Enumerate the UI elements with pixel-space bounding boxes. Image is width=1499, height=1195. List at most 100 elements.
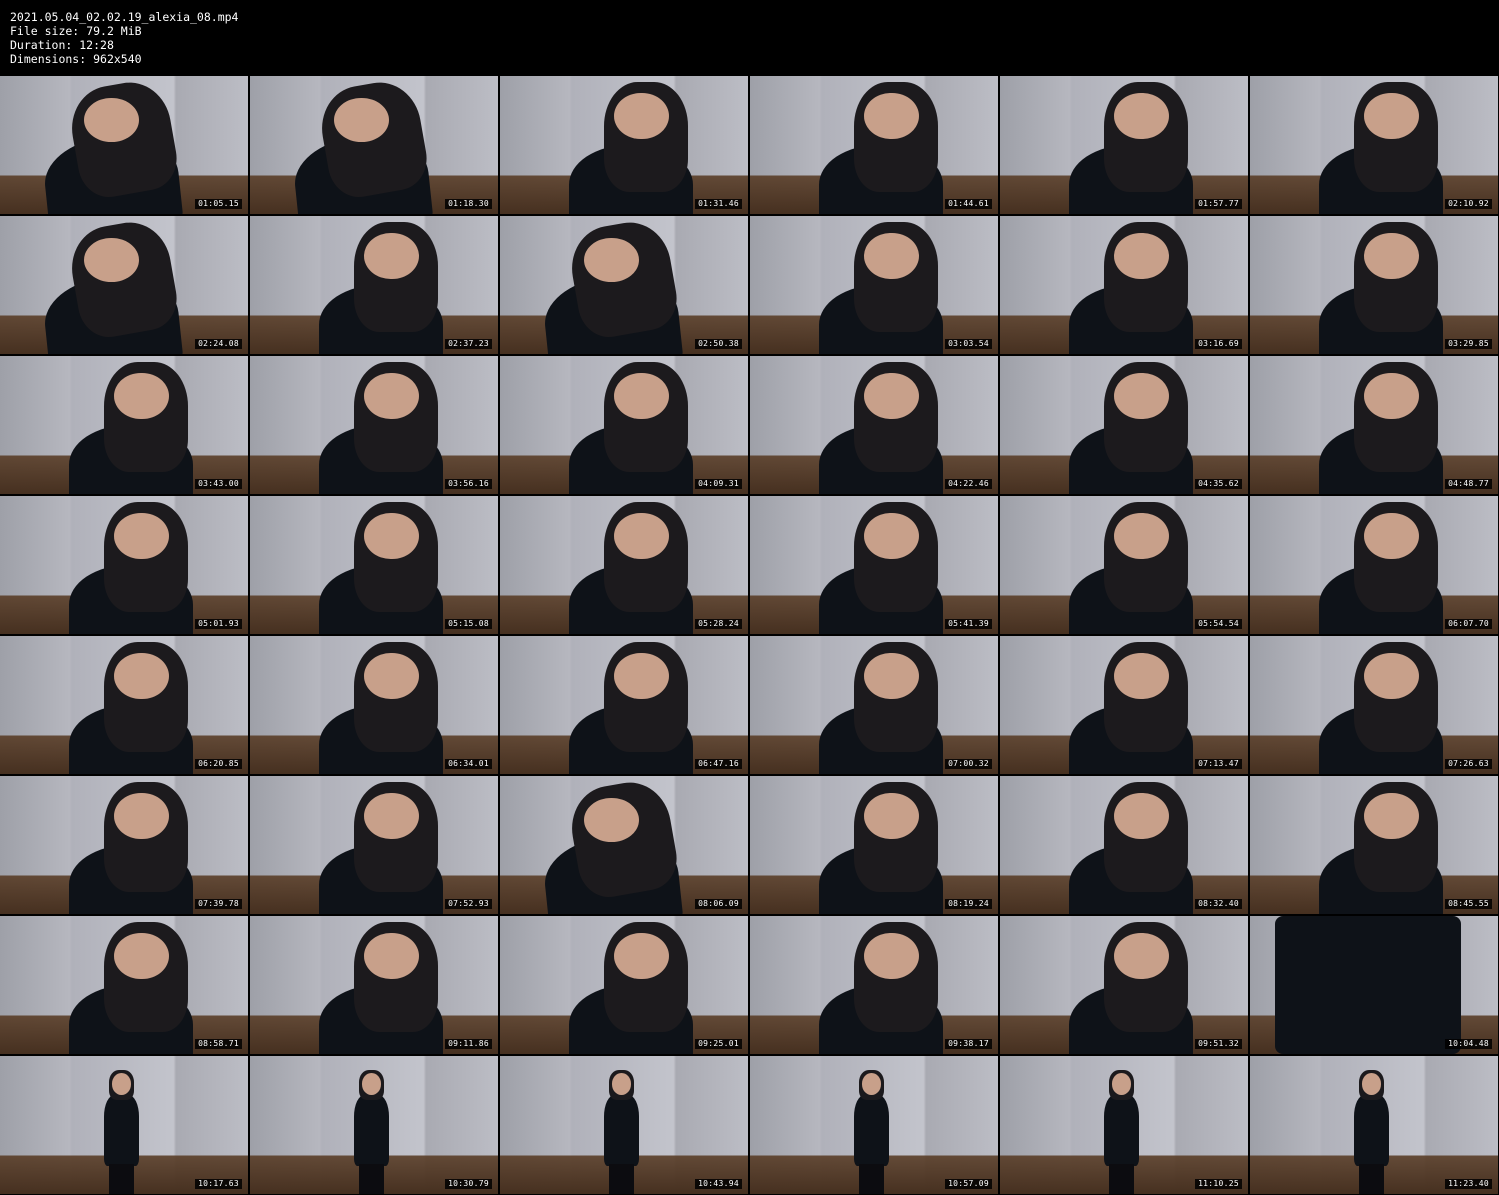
video-thumbnail[interactable]: 07:52.93 bbox=[250, 776, 498, 914]
video-thumbnail[interactable]: 04:09.31 bbox=[500, 356, 748, 494]
thumbnail-timestamp: 06:47.16 bbox=[695, 759, 742, 769]
thumbnail-face-shape bbox=[584, 238, 639, 283]
thumbnail-face-shape bbox=[334, 98, 389, 143]
thumbnail-face-shape bbox=[614, 652, 669, 700]
dimensions-row: Dimensions: 962x540 bbox=[10, 52, 1499, 66]
video-thumbnail[interactable]: 10:57.09 bbox=[750, 1056, 998, 1194]
thumbnail-face-shape bbox=[1114, 792, 1169, 840]
video-thumbnail[interactable]: 02:24.08 bbox=[0, 216, 248, 354]
thumbnail-timestamp: 02:50.38 bbox=[695, 339, 742, 349]
video-thumbnail[interactable]: 05:28.24 bbox=[500, 496, 748, 634]
thumbnail-figure-shape bbox=[1104, 1094, 1139, 1167]
video-thumbnail[interactable]: 10:17.63 bbox=[0, 1056, 248, 1194]
video-thumbnail[interactable]: 03:29.85 bbox=[1250, 216, 1498, 354]
thumbnail-face-shape bbox=[364, 372, 419, 420]
video-thumbnail[interactable]: 05:41.39 bbox=[750, 496, 998, 634]
video-thumbnail[interactable]: 08:06.09 bbox=[500, 776, 748, 914]
thumbnail-face-shape bbox=[614, 372, 669, 420]
video-thumbnail[interactable]: 03:16.69 bbox=[1000, 216, 1248, 354]
thumbnail-timestamp: 05:15.08 bbox=[445, 619, 492, 629]
thumbnail-legs-shape bbox=[609, 1163, 634, 1194]
thumbnail-timestamp: 05:54.54 bbox=[1195, 619, 1242, 629]
thumbnail-timestamp: 08:19.24 bbox=[945, 899, 992, 909]
thumbnail-face-shape bbox=[364, 652, 419, 700]
video-thumbnail[interactable]: 01:57.77 bbox=[1000, 76, 1248, 214]
video-thumbnail[interactable]: 05:01.93 bbox=[0, 496, 248, 634]
thumbnail-legs-shape bbox=[1359, 1163, 1384, 1194]
thumbnail-timestamp: 05:01.93 bbox=[195, 619, 242, 629]
video-thumbnail[interactable]: 10:30.79 bbox=[250, 1056, 498, 1194]
duration-value: 12:28 bbox=[79, 38, 114, 52]
thumbnail-figure-shape bbox=[604, 1094, 639, 1167]
thumbnail-face-shape bbox=[614, 92, 669, 140]
video-thumbnail[interactable]: 04:48.77 bbox=[1250, 356, 1498, 494]
thumbnail-face-shape bbox=[1114, 932, 1169, 980]
video-thumbnail[interactable]: 03:56.16 bbox=[250, 356, 498, 494]
video-thumbnail[interactable]: 08:58.71 bbox=[0, 916, 248, 1054]
thumbnail-face-shape bbox=[364, 232, 419, 280]
thumbnail-face-shape bbox=[584, 798, 639, 843]
thumbnail-figure-shape bbox=[1274, 916, 1461, 1054]
duration-label: Duration: bbox=[10, 38, 73, 52]
thumbnail-timestamp: 11:23.40 bbox=[1445, 1179, 1492, 1189]
video-thumbnail[interactable]: 06:07.70 bbox=[1250, 496, 1498, 634]
thumbnail-face-shape bbox=[1114, 92, 1169, 140]
thumbnail-face-shape bbox=[1361, 1072, 1382, 1095]
video-thumbnail[interactable]: 09:11.86 bbox=[250, 916, 498, 1054]
video-thumbnail[interactable]: 08:19.24 bbox=[750, 776, 998, 914]
video-thumbnail[interactable]: 09:51.32 bbox=[1000, 916, 1248, 1054]
thumbnail-face-shape bbox=[864, 792, 919, 840]
thumbnail-timestamp: 10:57.09 bbox=[945, 1179, 992, 1189]
video-thumbnail[interactable]: 05:15.08 bbox=[250, 496, 498, 634]
thumbnail-timestamp: 07:13.47 bbox=[1195, 759, 1242, 769]
video-thumbnail[interactable]: 07:13.47 bbox=[1000, 636, 1248, 774]
video-thumbnail[interactable]: 01:05.15 bbox=[0, 76, 248, 214]
thumbnail-face-shape bbox=[1364, 372, 1419, 420]
video-thumbnail[interactable]: 11:10.25 bbox=[1000, 1056, 1248, 1194]
thumbnail-timestamp: 08:06.09 bbox=[695, 899, 742, 909]
thumbnail-timestamp: 01:31.46 bbox=[695, 199, 742, 209]
thumbnail-face-shape bbox=[1114, 372, 1169, 420]
video-thumbnail[interactable]: 02:50.38 bbox=[500, 216, 748, 354]
video-thumbnail[interactable]: 07:26.63 bbox=[1250, 636, 1498, 774]
thumbnail-timestamp: 07:00.32 bbox=[945, 759, 992, 769]
video-thumbnail[interactable]: 06:34.01 bbox=[250, 636, 498, 774]
video-thumbnail[interactable]: 07:39.78 bbox=[0, 776, 248, 914]
video-thumbnail[interactable]: 03:43.00 bbox=[0, 356, 248, 494]
thumbnail-timestamp: 07:26.63 bbox=[1445, 759, 1492, 769]
video-thumbnail[interactable]: 10:04.48 bbox=[1250, 916, 1498, 1054]
video-thumbnail[interactable]: 02:10.92 bbox=[1250, 76, 1498, 214]
thumbnail-legs-shape bbox=[359, 1163, 384, 1194]
thumbnail-timestamp: 04:48.77 bbox=[1445, 479, 1492, 489]
thumbnail-timestamp: 03:29.85 bbox=[1445, 339, 1492, 349]
thumbnail-face-shape bbox=[364, 932, 419, 980]
video-thumbnail[interactable]: 07:00.32 bbox=[750, 636, 998, 774]
thumbnail-legs-shape bbox=[859, 1163, 884, 1194]
video-thumbnail[interactable]: 03:03.54 bbox=[750, 216, 998, 354]
video-thumbnail[interactable]: 04:22.46 bbox=[750, 356, 998, 494]
video-thumbnail[interactable]: 01:44.61 bbox=[750, 76, 998, 214]
video-filename: 2021.05.04_02.02.19_alexia_08.mp4 bbox=[10, 10, 239, 24]
thumbnail-face-shape bbox=[1364, 512, 1419, 560]
thumbnail-legs-shape bbox=[109, 1163, 134, 1194]
video-thumbnail[interactable]: 10:43.94 bbox=[500, 1056, 748, 1194]
video-thumbnail[interactable]: 11:23.40 bbox=[1250, 1056, 1498, 1194]
video-thumbnail[interactable]: 06:47.16 bbox=[500, 636, 748, 774]
video-thumbnail[interactable]: 01:18.30 bbox=[250, 76, 498, 214]
video-thumbnail[interactable]: 06:20.85 bbox=[0, 636, 248, 774]
video-thumbnail[interactable]: 09:25.01 bbox=[500, 916, 748, 1054]
video-thumbnail[interactable]: 02:37.23 bbox=[250, 216, 498, 354]
thumbnail-timestamp: 10:17.63 bbox=[195, 1179, 242, 1189]
video-thumbnail[interactable]: 05:54.54 bbox=[1000, 496, 1248, 634]
thumbnail-timestamp: 03:43.00 bbox=[195, 479, 242, 489]
video-thumbnail[interactable]: 01:31.46 bbox=[500, 76, 748, 214]
video-thumbnail[interactable]: 08:45.55 bbox=[1250, 776, 1498, 914]
video-thumbnail[interactable]: 08:32.40 bbox=[1000, 776, 1248, 914]
video-thumbnail[interactable]: 09:38.17 bbox=[750, 916, 998, 1054]
thumbnail-timestamp: 06:20.85 bbox=[195, 759, 242, 769]
thumbnail-timestamp: 09:51.32 bbox=[1195, 1039, 1242, 1049]
thumbnail-face-shape bbox=[864, 92, 919, 140]
thumbnail-face-shape bbox=[364, 512, 419, 560]
video-thumbnail[interactable]: 04:35.62 bbox=[1000, 356, 1248, 494]
thumbnail-timestamp: 07:52.93 bbox=[445, 899, 492, 909]
